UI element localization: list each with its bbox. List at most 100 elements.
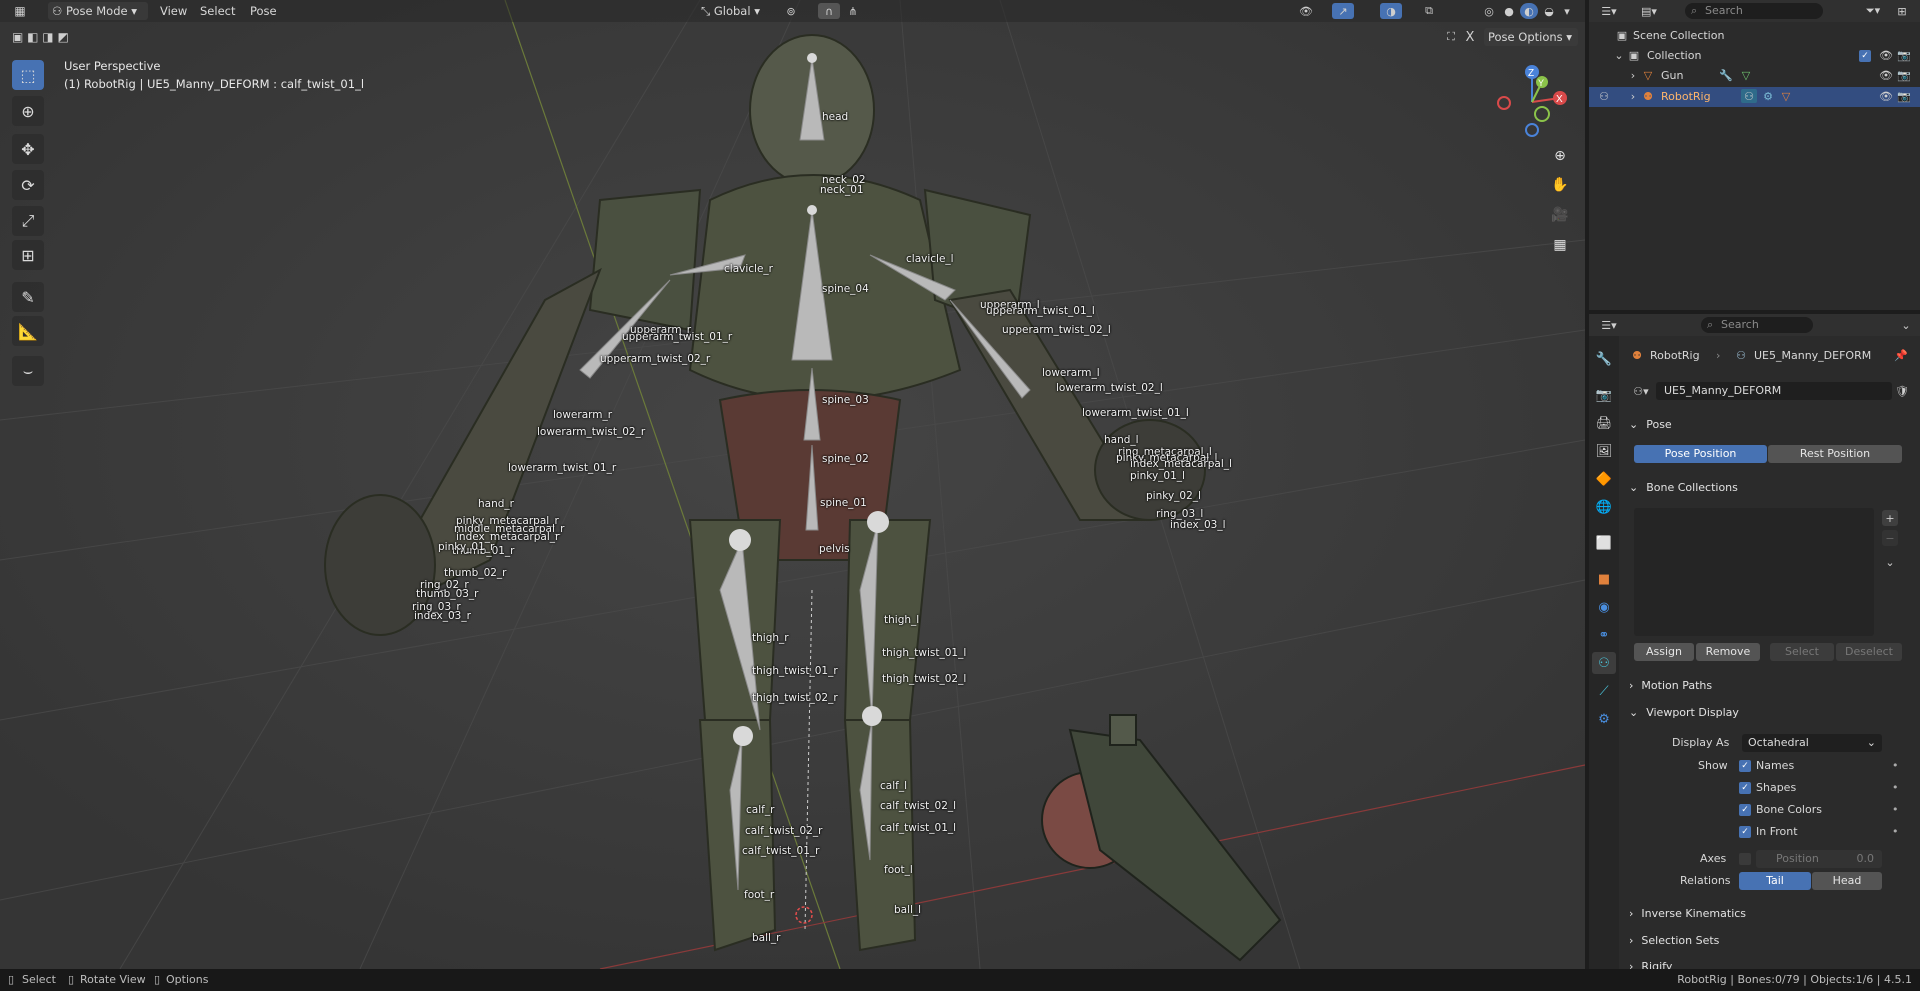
xray-toggle-icon[interactable]: ⧉ bbox=[1418, 3, 1440, 19]
camera-render-icon[interactable]: 📷 bbox=[1897, 48, 1911, 62]
bone-label[interactable]: spine_03 bbox=[822, 394, 869, 406]
view-layer-tab-icon[interactable]: 🖼 bbox=[1592, 440, 1616, 462]
orientation-dropdown[interactable]: ⤡ Global ▾ bbox=[697, 2, 772, 20]
viewport-display-header[interactable]: ⌄ Viewport Display bbox=[1629, 701, 1906, 723]
rendered-shading-icon[interactable]: ◒ bbox=[1540, 3, 1558, 19]
deselect-button[interactable]: Deselect bbox=[1836, 643, 1902, 661]
bone-label[interactable]: pinky_01_r bbox=[438, 541, 494, 553]
axes-checkbox[interactable] bbox=[1739, 853, 1751, 865]
bone-label[interactable]: calf_r bbox=[746, 804, 774, 816]
camera-icon[interactable]: 🎥 bbox=[1547, 202, 1573, 228]
bone-label[interactable]: clavicle_r bbox=[724, 263, 773, 275]
remove-button[interactable]: Remove bbox=[1696, 643, 1760, 661]
wireframe-shading-icon[interactable]: ◎ bbox=[1480, 3, 1498, 19]
keyframe-dot-icon[interactable]: • bbox=[1892, 781, 1899, 794]
bone-label[interactable]: thigh_twist_01_r bbox=[752, 665, 838, 677]
bone-label[interactable]: ball_l bbox=[894, 904, 921, 916]
relax-tool[interactable]: ⌣ bbox=[12, 356, 44, 386]
shading-options-chevron-icon[interactable]: ▾ bbox=[1560, 3, 1574, 19]
camera-render-icon[interactable]: 📷 bbox=[1897, 89, 1911, 103]
bone-label[interactable]: spine_01 bbox=[820, 497, 867, 509]
bone-label[interactable]: lowerarm_twist_02_r bbox=[537, 426, 645, 438]
bone-label[interactable]: thumb_02_r bbox=[444, 567, 507, 579]
armature-data-tab-icon[interactable]: ⚇ bbox=[1592, 652, 1616, 674]
bone-label[interactable]: neck_01 bbox=[820, 184, 864, 196]
bone-collections-header[interactable]: ⌄ Bone Collections bbox=[1629, 476, 1906, 498]
outliner-search-input[interactable]: ⌕ Search bbox=[1685, 3, 1823, 19]
display-mode-icon[interactable]: ▤▾ bbox=[1637, 3, 1661, 19]
bone-label[interactable]: calf_twist_02_l bbox=[880, 800, 956, 812]
world-tab-icon[interactable]: 🌐 bbox=[1592, 496, 1616, 518]
add-collection-icon[interactable]: + bbox=[1882, 510, 1898, 526]
bone-label[interactable]: calf_twist_01_r bbox=[742, 845, 819, 857]
collection-label[interactable]: Collection bbox=[1647, 49, 1701, 62]
menu-pose[interactable]: Pose bbox=[246, 2, 281, 20]
tail-button[interactable]: Tail bbox=[1739, 872, 1811, 890]
breadcrumb-object[interactable]: RobotRig bbox=[1650, 349, 1700, 362]
cursor-tool[interactable]: ⊕ bbox=[12, 96, 44, 126]
in-front-checkbox[interactable]: ✓ bbox=[1739, 826, 1751, 838]
bone-label[interactable]: hand_r bbox=[478, 498, 514, 510]
camera-render-icon[interactable]: 📷 bbox=[1897, 68, 1911, 82]
navigation-gizmo[interactable]: Z X Y bbox=[1492, 60, 1572, 140]
physics-tab-icon[interactable]: ◉ bbox=[1592, 596, 1616, 618]
material-shading-icon[interactable]: ◐ bbox=[1520, 3, 1538, 19]
remove-collection-icon[interactable]: − bbox=[1882, 530, 1898, 546]
scene-collection-label[interactable]: Scene Collection bbox=[1633, 29, 1724, 42]
collection-exclude-checkbox[interactable]: ✓ bbox=[1859, 50, 1871, 62]
expand-chevron-icon[interactable]: ⌄ bbox=[1613, 48, 1625, 62]
bone-collections-list[interactable] bbox=[1634, 508, 1874, 636]
keyframe-dot-icon[interactable]: • bbox=[1892, 759, 1899, 772]
bone-label[interactable]: upperarm_twist_01_r bbox=[622, 331, 732, 343]
tweak-tool[interactable]: ⬚ bbox=[12, 60, 44, 90]
bone-label[interactable]: upperarm_twist_01_l bbox=[986, 305, 1095, 317]
shapes-checkbox[interactable]: ✓ bbox=[1739, 782, 1751, 794]
names-checkbox[interactable]: ✓ bbox=[1739, 760, 1751, 772]
head-button[interactable]: Head bbox=[1812, 872, 1882, 890]
move-tool[interactable]: ✥ bbox=[12, 134, 44, 164]
outliner-item-robotrig[interactable]: RobotRig bbox=[1661, 90, 1711, 103]
object-tab-icon[interactable]: ■ bbox=[1592, 568, 1616, 590]
snap-icon[interactable]: ∩ bbox=[818, 3, 840, 19]
inverse-kinematics-header[interactable]: › Inverse Kinematics bbox=[1629, 902, 1906, 924]
bone-label[interactable]: thigh_twist_02_r bbox=[752, 692, 838, 704]
bone-label[interactable]: index_03_l bbox=[1170, 519, 1226, 531]
bone-label[interactable]: spine_04 bbox=[822, 283, 869, 295]
bone-label[interactable]: thumb_03_r bbox=[416, 588, 479, 600]
pose-options-dropdown[interactable]: Pose Options ▾ bbox=[1484, 28, 1578, 46]
visibility-icon[interactable]: 👁 bbox=[1296, 3, 1316, 19]
axes-position-field[interactable]: Position 0.0 bbox=[1756, 850, 1882, 868]
pose-panel-header[interactable]: ⌄ Pose bbox=[1629, 413, 1906, 435]
transform-tool[interactable]: ⊞ bbox=[12, 240, 44, 270]
solid-shading-icon[interactable]: ● bbox=[1500, 3, 1518, 19]
pan-hand-icon[interactable]: ✋ bbox=[1547, 172, 1573, 198]
bone-label[interactable]: thigh_twist_01_l bbox=[882, 647, 966, 659]
collection-specials-chevron-icon[interactable]: ⌄ bbox=[1882, 554, 1898, 570]
display-as-dropdown[interactable]: Octahedral ⌄ bbox=[1742, 734, 1882, 752]
overlays-icon[interactable]: ◑ bbox=[1380, 3, 1402, 19]
eye-icon[interactable]: 👁 bbox=[1879, 89, 1893, 103]
pin-icon[interactable]: 📌 bbox=[1894, 348, 1908, 362]
motion-paths-header[interactable]: › Motion Paths bbox=[1629, 674, 1906, 696]
selection-sets-header[interactable]: › Selection Sets bbox=[1629, 929, 1906, 951]
grid-view-icon[interactable]: ▦ bbox=[1547, 232, 1573, 258]
filter-icon[interactable]: ⏷▾ bbox=[1861, 3, 1885, 19]
bone-label[interactable]: index_metacarpal_l bbox=[1130, 458, 1232, 470]
options-chevron-icon[interactable]: ⌄ bbox=[1899, 317, 1913, 333]
eye-icon[interactable]: 👁 bbox=[1879, 68, 1893, 82]
proportional-editing-icon[interactable]: ⋔ bbox=[842, 3, 864, 19]
zoom-icon[interactable]: ⊕ bbox=[1547, 143, 1573, 169]
select-button[interactable]: Select bbox=[1770, 643, 1834, 661]
bone-label[interactable]: thigh_r bbox=[752, 632, 789, 644]
select-mode-icons[interactable]: ▣ ◧ ◨ ◩ bbox=[12, 29, 98, 45]
eye-icon[interactable]: 👁 bbox=[1879, 48, 1893, 62]
bone-label[interactable]: pelvis bbox=[819, 543, 850, 555]
bone-label[interactable]: lowerarm_r bbox=[553, 409, 612, 421]
rest-position-button[interactable]: Rest Position bbox=[1768, 445, 1902, 463]
bone-label[interactable]: hand_l bbox=[1104, 434, 1139, 446]
constraints-tab-icon[interactable]: ⚭ bbox=[1592, 624, 1616, 646]
mode-dropdown[interactable]: ⚇ Pose Mode ▾ bbox=[48, 2, 148, 20]
pivot-icon[interactable]: ⊚ bbox=[780, 3, 802, 19]
bone-label[interactable]: calf_l bbox=[880, 780, 907, 792]
assign-button[interactable]: Assign bbox=[1634, 643, 1694, 661]
